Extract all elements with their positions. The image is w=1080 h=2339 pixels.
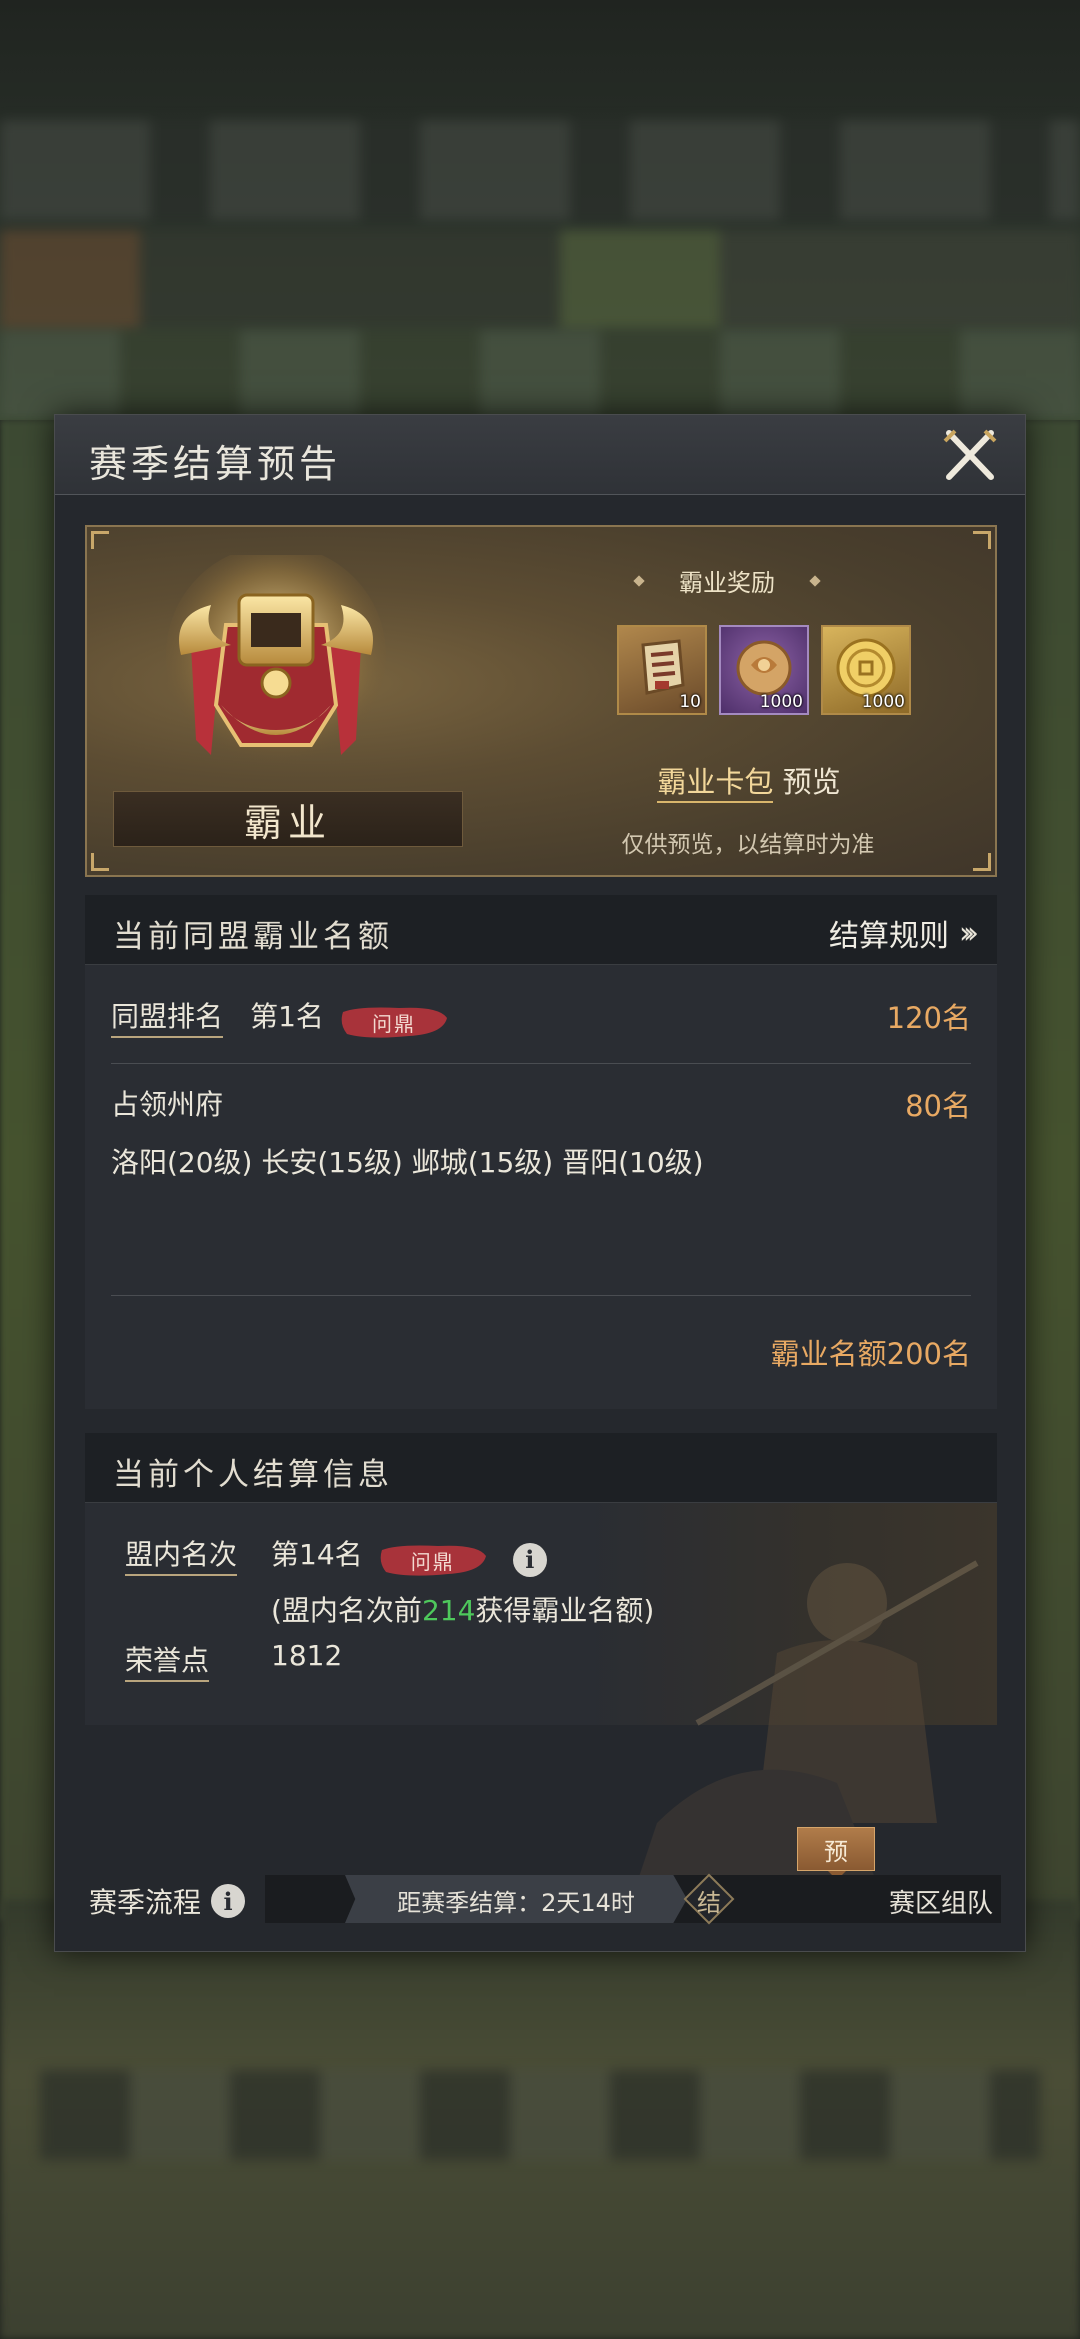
settlement-rules-link[interactable]: 结算规则 ››› <box>829 911 979 955</box>
settlement-node-label: 结 <box>697 1889 721 1917</box>
info-icon[interactable]: i <box>512 1542 547 1577</box>
season-countdown: 距赛季结算：2天14时 <box>397 1889 635 1917</box>
personal-info-heading: 当前个人结算信息 <box>113 1457 393 1493</box>
item-quantity: 10 <box>679 692 701 712</box>
item-quantity: 1000 <box>759 692 803 712</box>
dialog-header: 赛季结算预告 <box>55 415 1025 495</box>
reward-item[interactable]: 10 <box>617 625 707 715</box>
occupied-cities: 洛阳(20级) 长安(15级) 邺城(15级) 晋阳(10级) <box>111 1146 704 1179</box>
card-pack-link[interactable]: 霸业卡包 <box>657 765 774 803</box>
card-pack-preview: 霸业卡包 预览 <box>599 759 899 803</box>
rank-seal-text: 问鼎 <box>410 1549 455 1574</box>
member-rank-hint: (盟内名次前214获得霸业名额) <box>271 1594 655 1627</box>
divider <box>111 1063 971 1064</box>
reward-title-row: 霸业奖励 <box>587 563 867 598</box>
rank-seal-badge: 问鼎 <box>378 1542 488 1578</box>
rank-seal-text: 问鼎 <box>372 1011 417 1036</box>
reward-panel: 霸业 霸业奖励 10 1000 1000 霸业卡包 预览 仅供预览，以结算时为准 <box>85 525 997 877</box>
rank-name: 霸业 <box>243 800 332 845</box>
alliance-quota-header: 当前同盟霸业名额 结算规则 ››› <box>85 895 997 965</box>
reward-item[interactable]: 1000 <box>821 625 911 715</box>
warrior-artwork-icon <box>637 1560 979 1883</box>
hint-rank-number: 214 <box>421 1594 476 1627</box>
hegemony-emblem-icon <box>151 545 401 785</box>
alliance-rank-quota: 120名 <box>886 1001 971 1035</box>
countdown-arrow: 距赛季结算：2天14时 <box>345 1875 687 1923</box>
preview-tag: 预 <box>797 1827 875 1880</box>
member-rank-row: 第14名 问鼎 i <box>271 1533 547 1578</box>
total-quota: 霸业名额200名 <box>770 1337 971 1371</box>
next-stage-label: 赛区组队 <box>888 1889 993 1919</box>
alliance-rank-row: 同盟排名 第1名 问鼎 <box>111 995 449 1040</box>
member-rank-label[interactable]: 盟内名次 <box>125 1533 238 1576</box>
honor-label[interactable]: 荣誉点 <box>125 1639 210 1682</box>
alliance-rank-label[interactable]: 同盟排名 <box>111 1000 224 1038</box>
occupy-label: 占领州府 <box>111 1088 224 1121</box>
close-crossed-swords-icon <box>943 429 997 480</box>
card-pack-suffix: 预览 <box>782 765 841 799</box>
reward-item[interactable]: 1000 <box>719 625 809 715</box>
alliance-quota-heading: 当前同盟霸业名额 <box>113 919 393 955</box>
reward-title: 霸业奖励 <box>679 569 775 597</box>
diamond-dot-icon <box>809 574 821 587</box>
personal-info-header: 当前个人结算信息 <box>85 1433 997 1503</box>
alliance-quota-body: 同盟排名 第1名 问鼎 120名 占领州府 80名 洛阳(20级) 长安(15级… <box>85 965 997 1409</box>
season-flow-bar[interactable]: 距赛季结算：2天14时 结 赛区组队 <box>265 1873 1001 1925</box>
season-flow: 赛季流程 i 预 距赛季结算：2天14时 结 赛区组队 <box>55 1827 1027 1953</box>
rank-seal-badge: 问鼎 <box>339 1004 449 1040</box>
occupy-quota: 80名 <box>905 1089 971 1123</box>
dialog-title: 赛季结算预告 <box>89 442 342 486</box>
member-rank-value: 第14名 <box>271 1538 363 1571</box>
double-chevron-right-icon: ››› <box>959 915 979 951</box>
personal-info-body: 盟内名次 第14名 问鼎 i (盟内名次前214获得霸业名额) 荣誉点 1812 <box>85 1503 997 1883</box>
reward-items: 10 1000 1000 <box>617 625 911 715</box>
divider <box>111 1295 971 1296</box>
preview-note: 仅供预览，以结算时为准 <box>621 832 875 858</box>
honor-value: 1812 <box>271 1639 343 1672</box>
rank-name-plate: 霸业 <box>113 791 463 847</box>
season-flow-label: 赛季流程 i <box>89 1881 246 1921</box>
item-quantity: 1000 <box>861 692 905 712</box>
close-button[interactable] <box>941 427 999 483</box>
info-icon[interactable]: i <box>211 1884 246 1918</box>
season-settlement-dialog: 赛季结算预告 霸业 霸业奖励 10 1000 1000 霸业卡包 预览 仅供预览… <box>54 414 1026 1952</box>
settlement-rules-label: 结算规则 <box>829 919 949 954</box>
diamond-dot-icon <box>633 574 645 587</box>
alliance-rank-value: 第1名 <box>250 1000 324 1033</box>
